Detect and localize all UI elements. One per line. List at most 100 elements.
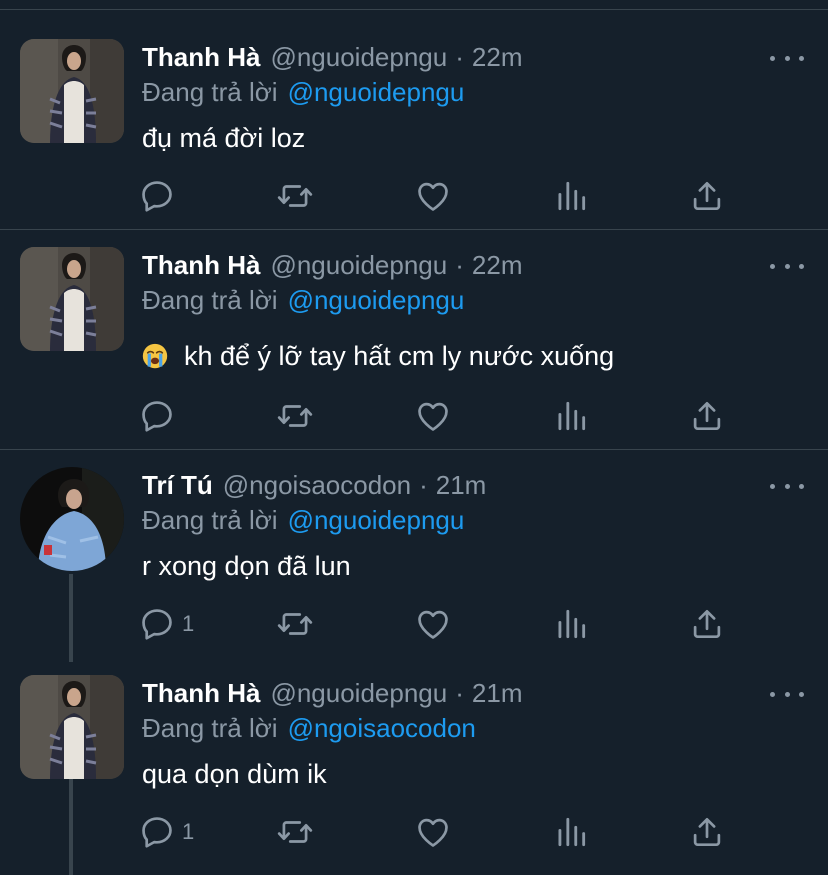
tweet-header: Thanh Hà @nguoidepngu · 21m	[142, 673, 522, 713]
heart-icon	[414, 813, 452, 851]
retweet-button[interactable]	[276, 176, 314, 216]
share-icon	[688, 813, 726, 851]
separator: ·	[455, 249, 464, 280]
tweet-text-content: kh để ý lỡ tay hất cm ly nước xuống	[184, 340, 615, 371]
avatar[interactable]	[20, 39, 124, 143]
analytics-icon	[552, 813, 590, 851]
analytics-button[interactable]	[552, 396, 590, 436]
reply-mention-link[interactable]: @ngoisaocodon	[288, 713, 476, 744]
avatar[interactable]	[20, 675, 124, 779]
tweet-header: Trí Tú @ngoisaocodon · 21m	[142, 465, 486, 505]
tweet-text: r xong dọn đã lun	[142, 546, 351, 586]
username[interactable]: @nguoidepngu	[270, 678, 447, 709]
display-name[interactable]: Thanh Hà	[142, 678, 260, 709]
retweet-icon	[276, 813, 314, 851]
more-options-icon[interactable]	[770, 682, 804, 706]
reply-count: 1	[182, 611, 195, 636]
tweet-text: kh để ý lỡ tay hất cm ly nước xuống	[142, 336, 614, 376]
reply-mention-link[interactable]: @nguoidepngu	[288, 505, 465, 536]
timestamp[interactable]: 22m	[472, 250, 523, 281]
tweet-actions	[138, 176, 738, 216]
more-options-icon[interactable]	[770, 254, 804, 278]
thread-connector-line	[69, 779, 73, 875]
reply-mention-link[interactable]: @nguoidepngu	[288, 285, 465, 316]
share-button[interactable]	[688, 812, 726, 852]
retweet-button[interactable]	[276, 396, 314, 436]
avatar-image	[20, 467, 124, 571]
reply-mention-link[interactable]: @nguoidepngu	[288, 77, 465, 108]
username[interactable]: @nguoidepngu	[270, 42, 447, 73]
reply-button[interactable]	[138, 176, 182, 216]
tweet-text-content: r xong dọn đã lun	[142, 550, 351, 581]
replying-to: Đang trả lời @nguoidepngu	[142, 282, 464, 318]
share-icon	[688, 177, 726, 215]
analytics-button[interactable]	[552, 812, 590, 852]
more-options-icon[interactable]	[770, 474, 804, 498]
reply-icon	[138, 813, 176, 851]
retweet-icon	[276, 605, 314, 643]
reply-button[interactable]: 1	[138, 812, 194, 852]
avatar-image	[20, 675, 124, 779]
display-name[interactable]: Thanh Hà	[142, 42, 260, 73]
replying-to-label: Đang trả lời	[142, 504, 278, 535]
loudly-crying-face-emoji	[142, 343, 168, 369]
retweet-icon	[276, 177, 314, 215]
heart-icon	[414, 605, 452, 643]
replying-to: Đang trả lời @nguoidepngu	[142, 502, 464, 538]
heart-icon	[414, 177, 452, 215]
reply-button[interactable]	[138, 396, 182, 436]
tweet[interactable]: Thanh Hà @nguoidepngu · 21m Đang trả lời…	[0, 662, 828, 875]
like-button[interactable]	[414, 396, 452, 436]
reply-icon	[138, 397, 176, 435]
timestamp[interactable]: 21m	[472, 678, 523, 709]
tweet[interactable]: Thanh Hà @nguoidepngu · 22m Đang trả lời…	[0, 10, 828, 230]
share-icon	[688, 605, 726, 643]
analytics-icon	[552, 605, 590, 643]
username[interactable]: @nguoidepngu	[270, 250, 447, 281]
tweet-header: Thanh Hà @nguoidepngu · 22m	[142, 245, 522, 285]
tweet-text-content: qua dọn dùm ik	[142, 758, 327, 789]
tweet[interactable]: Thanh Hà @nguoidepngu · 22m Đang trả lời…	[0, 230, 828, 450]
analytics-button[interactable]	[552, 604, 590, 644]
reply-icon	[138, 177, 176, 215]
replying-to: Đang trả lời @nguoidepngu	[142, 74, 464, 110]
analytics-icon	[552, 397, 590, 435]
separator: ·	[419, 469, 428, 500]
display-name[interactable]: Trí Tú	[142, 470, 213, 501]
tweet-actions: 1	[138, 604, 738, 644]
retweet-button[interactable]	[276, 604, 314, 644]
timestamp[interactable]: 21m	[436, 470, 487, 501]
tweet-actions: 1	[138, 812, 738, 852]
avatar[interactable]	[20, 247, 124, 351]
replying-to: Đang trả lời @ngoisaocodon	[142, 710, 476, 746]
like-button[interactable]	[414, 604, 452, 644]
timestamp[interactable]: 22m	[472, 42, 523, 73]
replying-to-label: Đang trả lời	[142, 712, 278, 743]
separator: ·	[455, 677, 464, 708]
tweet-header: Thanh Hà @nguoidepngu · 22m	[142, 37, 522, 77]
thread-connector-line	[69, 574, 73, 662]
analytics-icon	[552, 177, 590, 215]
reply-count: 1	[182, 819, 195, 844]
reply-button[interactable]: 1	[138, 604, 194, 644]
share-button[interactable]	[688, 176, 726, 216]
avatar-image	[20, 247, 124, 351]
separator: ·	[455, 41, 464, 72]
share-button[interactable]	[688, 604, 726, 644]
reply-icon	[138, 605, 176, 643]
like-button[interactable]	[414, 812, 452, 852]
retweet-button[interactable]	[276, 812, 314, 852]
more-options-icon[interactable]	[770, 46, 804, 70]
tweet[interactable]: Trí Tú @ngoisaocodon · 21m Đang trả lời …	[0, 450, 828, 662]
analytics-button[interactable]	[552, 176, 590, 216]
replying-to-label: Đang trả lời	[142, 76, 278, 107]
tweet-text: qua dọn dùm ik	[142, 754, 327, 794]
avatar[interactable]	[20, 467, 124, 571]
username[interactable]: @ngoisaocodon	[223, 470, 411, 501]
heart-icon	[414, 397, 452, 435]
tweet-text: đụ má đời loz	[142, 118, 305, 158]
share-button[interactable]	[688, 396, 726, 436]
conversation-thread: Thanh Hà @nguoidepngu · 22m Đang trả lời…	[0, 0, 828, 875]
like-button[interactable]	[414, 176, 452, 216]
display-name[interactable]: Thanh Hà	[142, 250, 260, 281]
